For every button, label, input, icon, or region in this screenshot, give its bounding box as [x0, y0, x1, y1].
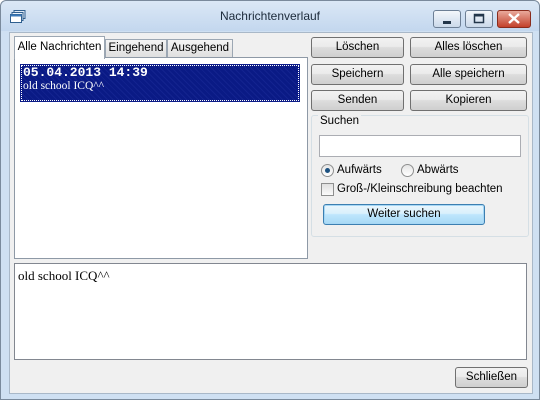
search-group: Suchen Aufwärts Abwärts Groß-/Kleinschre… [311, 115, 529, 237]
message-detail-text: old school ICQ^^ [18, 268, 110, 283]
dialog-body: Alle Nachrichten Eingehend Ausgehend 05.… [9, 32, 533, 394]
close-window-button[interactable] [497, 10, 531, 28]
tab-outgoing[interactable]: Ausgehend [167, 39, 233, 58]
close-icon [508, 13, 520, 24]
search-group-label: Suchen [318, 115, 362, 127]
maximize-button[interactable] [465, 10, 493, 28]
case-sensitive-checkbox[interactable] [321, 183, 334, 196]
message-preview: old school ICQ^^ [23, 80, 105, 92]
case-sensitive-label[interactable]: Groß-/Kleinschreibung beachten [337, 183, 503, 195]
message-list-item[interactable]: 05.04.2013 14:39 old school ICQ^^ [20, 64, 300, 102]
find-next-button[interactable]: Weiter suchen [323, 204, 485, 225]
tab-incoming[interactable]: Eingehend [105, 39, 167, 58]
title-bar[interactable]: Nachrichtenverlauf [1, 1, 539, 31]
send-button[interactable]: Senden [311, 90, 404, 111]
save-button[interactable]: Speichern [311, 64, 404, 85]
search-input[interactable] [319, 135, 521, 157]
delete-all-button[interactable]: Alles löschen [410, 37, 527, 58]
tab-all-messages[interactable]: Alle Nachrichten [14, 36, 105, 59]
delete-button[interactable]: Löschen [311, 37, 404, 58]
copy-button[interactable]: Kopieren [410, 90, 527, 111]
direction-down-label[interactable]: Abwärts [417, 164, 459, 176]
message-date: 05.04.2013 14:39 [23, 65, 148, 80]
save-all-button[interactable]: Alle speichern [410, 64, 527, 85]
message-detail-view[interactable]: old school ICQ^^ [14, 263, 527, 360]
minimize-icon [443, 21, 451, 24]
message-list[interactable]: 05.04.2013 14:39 old school ICQ^^ [14, 57, 308, 259]
message-history-window: Nachrichtenverlauf Alle Nachrichten Eing… [0, 0, 540, 400]
direction-up-label[interactable]: Aufwärts [337, 164, 382, 176]
minimize-button[interactable] [433, 10, 461, 28]
direction-down-radio[interactable] [401, 164, 414, 177]
close-button[interactable]: Schließen [455, 367, 528, 388]
direction-up-radio[interactable] [321, 164, 334, 177]
maximize-icon [473, 13, 485, 24]
